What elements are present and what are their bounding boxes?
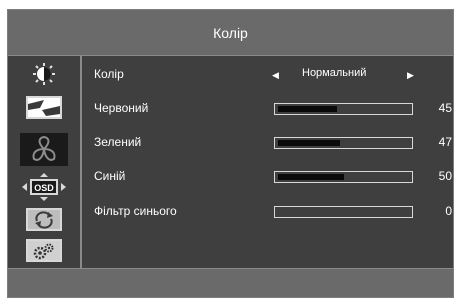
system-settings-icon (26, 239, 62, 262)
red-slider-fill (278, 106, 337, 112)
green-value: 47 (438, 135, 452, 149)
red-value: 45 (438, 101, 452, 115)
left-arrow-icon[interactable]: ◀ (272, 68, 279, 82)
osd-sidebar: OSD (8, 56, 82, 268)
color-mode-label: Колір (94, 67, 124, 81)
osd-menu: Колір OSD Колір ◀ Нормальний ▶ Червоний … (7, 9, 454, 298)
sidebar-item-reset[interactable] (20, 206, 68, 233)
sidebar-item-color[interactable] (20, 133, 68, 166)
image-icon (26, 96, 62, 119)
blue-label: Синій (94, 169, 126, 183)
menu-footer (8, 268, 453, 297)
osd-icon-label: OSD (34, 183, 54, 193)
blue-filter-row[interactable]: Фільтр синього 0 (82, 202, 453, 222)
osd-main-panel: Колір ◀ Нормальний ▶ Червоний 45 Зелений… (82, 56, 453, 268)
red-row[interactable]: Червоний 45 (82, 99, 453, 119)
reset-icon (26, 208, 62, 231)
blue-slider-fill (278, 174, 344, 180)
green-slider[interactable] (274, 137, 413, 149)
green-slider-fill (278, 140, 340, 146)
color-mode-value: Нормальний (302, 67, 367, 79)
sidebar-item-image[interactable] (20, 94, 68, 121)
green-label: Зелений (94, 135, 142, 149)
blue-filter-slider[interactable] (274, 206, 413, 218)
color-mode-row[interactable]: Колір ◀ Нормальний ▶ (82, 65, 453, 85)
right-arrow-icon[interactable]: ▶ (407, 68, 414, 82)
osd-settings-icon: OSD (22, 173, 66, 201)
blue-slider[interactable] (274, 171, 413, 183)
red-label: Червоний (94, 101, 149, 115)
sidebar-item-system[interactable] (20, 237, 68, 264)
green-row[interactable]: Зелений 47 (82, 133, 453, 153)
menu-title: Колір (8, 10, 453, 56)
sidebar-item-osd[interactable]: OSD (20, 172, 68, 202)
blue-value: 50 (438, 169, 452, 183)
brightness-contrast-icon (33, 62, 55, 85)
blue-filter-value: 0 (445, 204, 452, 218)
red-slider[interactable] (274, 103, 413, 115)
blue-filter-label: Фільтр синього (94, 204, 177, 218)
color-wheel-icon (32, 135, 56, 161)
blue-row[interactable]: Синій 50 (82, 167, 453, 187)
sidebar-item-brightness[interactable] (20, 60, 68, 87)
